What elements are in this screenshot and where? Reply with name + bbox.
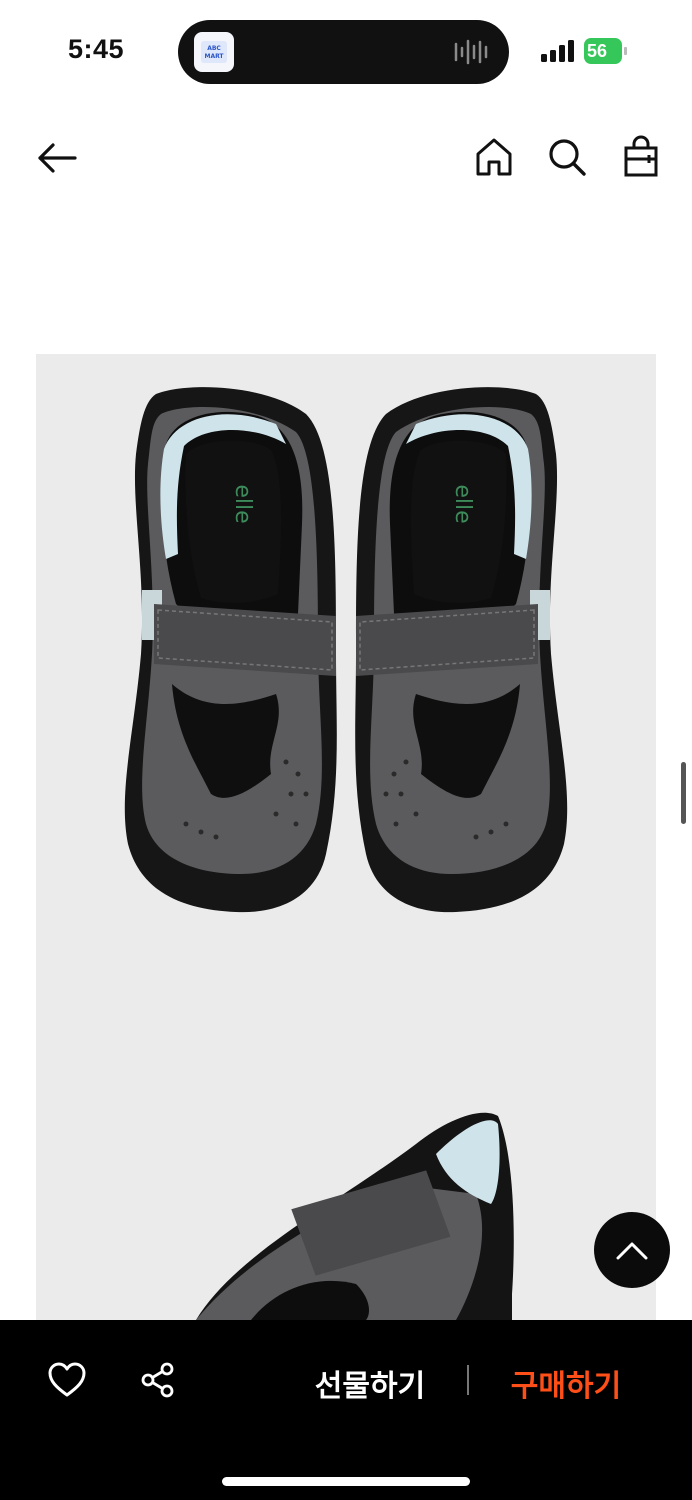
chevron-up-icon [616, 1242, 648, 1260]
buy-button[interactable]: 구매하기 [496, 1360, 636, 1404]
home-button[interactable] [474, 136, 514, 178]
bottom-action-bar [0, 1320, 692, 1500]
svg-text:elle: elle [450, 484, 475, 523]
gift-button[interactable]: 선물하기 [300, 1360, 440, 1404]
right-sandal: elle [355, 387, 568, 913]
status-time: 5:45 [68, 34, 125, 64]
cellular-signal-icon [541, 40, 575, 67]
svg-text:ABC: ABC [207, 45, 221, 52]
wishlist-button[interactable] [48, 1362, 86, 1398]
product-image-sandals: elle elle [124, 387, 568, 1320]
search-icon [549, 139, 586, 176]
side-view-sandal [196, 1112, 514, 1320]
shopping-bag-icon [624, 135, 658, 177]
app-badge-icon: ABC MART [194, 32, 234, 72]
audio-wave-icon [453, 38, 491, 71]
battery-level: 56 [584, 38, 622, 64]
arrow-left-icon [38, 143, 77, 173]
battery-icon: 56 [584, 38, 628, 64]
action-divider [467, 1365, 469, 1395]
home-indicator[interactable] [222, 1477, 470, 1486]
scroll-indicator[interactable] [681, 762, 686, 824]
back-button[interactable] [34, 138, 80, 178]
svg-text:elle: elle [230, 484, 255, 523]
scroll-to-top-button[interactable] [594, 1212, 670, 1288]
search-button[interactable] [547, 137, 587, 177]
home-icon [476, 138, 512, 176]
status-bar: 5:45 ABC MART 56 [0, 0, 692, 100]
top-navigation [0, 120, 692, 196]
share-icon [141, 1362, 174, 1398]
share-button[interactable] [140, 1362, 176, 1398]
cart-button[interactable] [622, 134, 660, 178]
svg-text:MART: MART [204, 53, 224, 60]
product-image-area[interactable]: elle elle [36, 354, 656, 1320]
battery-tip [624, 47, 627, 55]
left-sandal: elle [124, 387, 337, 913]
dynamic-island: ABC MART [178, 20, 509, 84]
heart-icon [48, 1362, 86, 1397]
